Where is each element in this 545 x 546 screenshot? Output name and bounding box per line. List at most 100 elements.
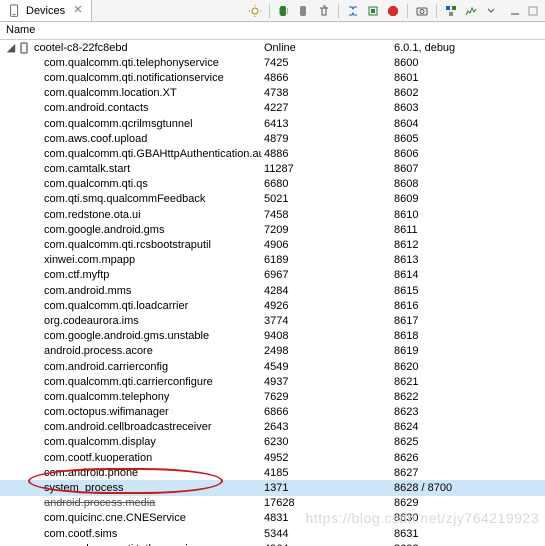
- process-row[interactable]: com.qualcomm.qti.carrierconfigure4937862…: [0, 374, 545, 389]
- maximize-icon[interactable]: [525, 3, 541, 19]
- process-row[interactable]: com.qualcomm.qcrilmsgtunnel64138604: [0, 116, 545, 131]
- screenshot-icon[interactable]: [247, 3, 263, 19]
- camera-icon[interactable]: [414, 3, 430, 19]
- process-pid: 9408: [262, 330, 392, 342]
- process-name: com.google.android.gms: [44, 224, 164, 236]
- close-icon[interactable]: [73, 4, 83, 17]
- process-port: 8624: [392, 421, 545, 433]
- process-port: 8625: [392, 436, 545, 448]
- process-pid: 6967: [262, 269, 392, 281]
- process-row[interactable]: com.aws.coof.upload48798605: [0, 131, 545, 146]
- process-port: 8616: [392, 300, 545, 312]
- process-row[interactable]: com.qualcomm.location.XT47388602: [0, 86, 545, 101]
- process-port: 8607: [392, 163, 545, 175]
- process-pid: 5021: [262, 193, 392, 205]
- process-name: com.google.android.gms.unstable: [44, 330, 209, 342]
- process-port: 8614: [392, 269, 545, 281]
- trash-icon[interactable]: [316, 3, 332, 19]
- column-header-name[interactable]: Name: [0, 22, 262, 39]
- table-header: Name: [0, 22, 545, 40]
- process-row[interactable]: system_process13718628 / 8700: [0, 480, 545, 495]
- process-row[interactable]: com.cootf.kuoperation49528626: [0, 450, 545, 465]
- process-name: com.qualcomm.telephony: [44, 391, 169, 403]
- debug-stop-icon[interactable]: [296, 3, 312, 19]
- process-pid: 3774: [262, 315, 392, 327]
- process-row[interactable]: com.cootf.sims53448631: [0, 526, 545, 541]
- process-name: com.qualcomm.qti.telephonyservice: [44, 57, 219, 69]
- systrace-icon[interactable]: [463, 3, 479, 19]
- heap-icon[interactable]: [365, 3, 381, 19]
- process-pid: 7629: [262, 391, 392, 403]
- process-port: 8618: [392, 330, 545, 342]
- process-pid: 7458: [262, 209, 392, 221]
- process-row[interactable]: xinwei.com.mpapp61898613: [0, 253, 545, 268]
- process-name: android.process.acore: [44, 345, 153, 357]
- process-name: com.qualcomm.qti.rcsbootstraputil: [44, 239, 211, 251]
- process-row[interactable]: com.qti.smq.qualcommFeedback50218609: [0, 192, 545, 207]
- process-name: org.codeaurora.ims: [44, 315, 139, 327]
- process-row[interactable]: com.qualcomm.qti.GBAHttpAuthentication.a…: [0, 146, 545, 161]
- tab-label: Devices: [26, 5, 65, 17]
- process-row[interactable]: android.process.acore24988619: [0, 344, 545, 359]
- process-pid: 7425: [262, 57, 392, 69]
- dropdown-arrow-icon[interactable]: [483, 3, 499, 19]
- process-pid: 17628: [262, 497, 392, 509]
- process-pid: 6413: [262, 118, 392, 130]
- process-name: com.redstone.ota.ui: [44, 209, 141, 221]
- process-row[interactable]: com.google.android.gms72098611: [0, 222, 545, 237]
- process-row[interactable]: com.android.carrierconfig45498620: [0, 359, 545, 374]
- process-row[interactable]: com.android.cellbroadcastreceiver2643862…: [0, 420, 545, 435]
- process-row[interactable]: com.qualcomm.display62308625: [0, 435, 545, 450]
- process-row[interactable]: com.octopus.wifimanager68668623: [0, 405, 545, 420]
- process-port: 8620: [392, 361, 545, 373]
- process-port: 8619: [392, 345, 545, 357]
- process-row[interactable]: com.quicinc.cne.CNEService48318630: [0, 511, 545, 526]
- process-row[interactable]: com.qualcomm.qti.qs66808608: [0, 177, 545, 192]
- process-row[interactable]: com.qualcomm.telephony76298622: [0, 389, 545, 404]
- debug-start-icon[interactable]: [276, 3, 292, 19]
- minimize-icon[interactable]: [507, 3, 523, 19]
- device-row[interactable]: ◢cootel-c8-22fc8ebdOnline6.0.1, debug: [0, 40, 545, 55]
- process-port: 8609: [392, 193, 545, 205]
- process-row[interactable]: com.redstone.ota.ui74588610: [0, 207, 545, 222]
- process-row[interactable]: com.qualcomm.qti.tetherservice49648632: [0, 541, 545, 546]
- process-row[interactable]: com.android.contacts42278603: [0, 101, 545, 116]
- process-row[interactable]: com.android.phone41858627: [0, 465, 545, 480]
- process-row[interactable]: com.camtalk.start112878607: [0, 162, 545, 177]
- tab-devices[interactable]: Devices: [0, 0, 92, 21]
- process-port: 8621: [392, 376, 545, 388]
- view-toolbar: [247, 3, 545, 19]
- process-name: com.android.contacts: [44, 102, 149, 114]
- process-name: com.android.phone: [44, 467, 138, 479]
- phone-icon: [18, 42, 34, 54]
- process-row[interactable]: com.android.mms42848615: [0, 283, 545, 298]
- process-port: 8623: [392, 406, 545, 418]
- process-row[interactable]: com.google.android.gms.unstable 94088618: [0, 329, 545, 344]
- process-row[interactable]: org.codeaurora.ims37748617: [0, 313, 545, 328]
- column-header-pid[interactable]: [262, 22, 392, 39]
- process-pid: 7209: [262, 224, 392, 236]
- process-row[interactable]: android.process.media176288629: [0, 496, 545, 511]
- process-pid: 6680: [262, 178, 392, 190]
- thread-icon[interactable]: [345, 3, 361, 19]
- hierarchy-icon[interactable]: [443, 3, 459, 19]
- process-pid: 4866: [262, 72, 392, 84]
- column-header-port[interactable]: [392, 22, 545, 39]
- process-port: 8601: [392, 72, 545, 84]
- process-row[interactable]: com.qualcomm.qti.telephonyservice7425860…: [0, 55, 545, 70]
- stop-icon[interactable]: [385, 3, 401, 19]
- process-port: 8604: [392, 118, 545, 130]
- process-row[interactable]: com.qualcomm.qti.loadcarrier49268616: [0, 298, 545, 313]
- process-port: 8602: [392, 87, 545, 99]
- process-row[interactable]: com.qualcomm.qti.rcsbootstraputil4906861…: [0, 237, 545, 252]
- process-name: com.android.cellbroadcastreceiver: [44, 421, 212, 433]
- process-port: 8606: [392, 148, 545, 160]
- process-pid: 4937: [262, 376, 392, 388]
- device-tree[interactable]: ◢cootel-c8-22fc8ebdOnline6.0.1, debug com…: [0, 40, 545, 546]
- process-pid: 1371: [262, 482, 392, 494]
- process-name: com.aws.coof.upload: [44, 133, 147, 145]
- process-row[interactable]: com.ctf.myftp69678614: [0, 268, 545, 283]
- process-pid: 4738: [262, 87, 392, 99]
- process-row[interactable]: com.qualcomm.qti.notificationservice4866…: [0, 70, 545, 85]
- expand-icon[interactable]: ◢: [6, 41, 16, 54]
